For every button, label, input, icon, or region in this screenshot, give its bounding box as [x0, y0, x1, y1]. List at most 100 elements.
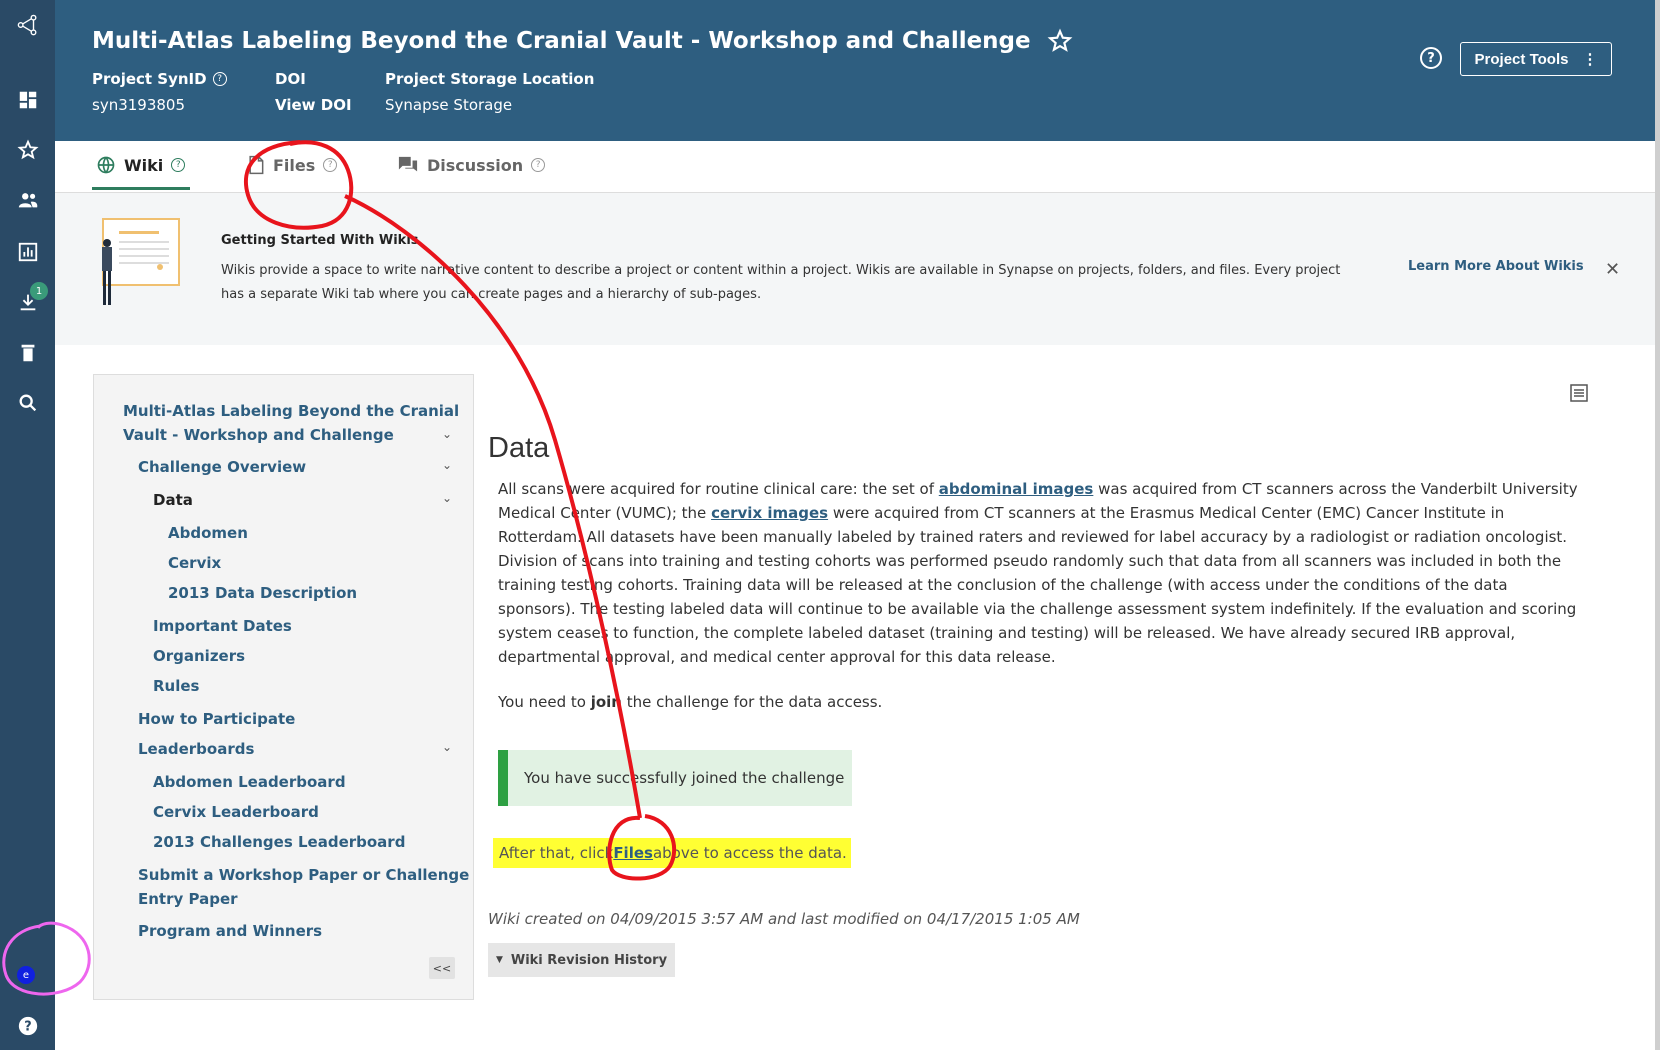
tab-discussion[interactable]: Discussion ?	[397, 155, 546, 175]
join-instruction: You need to join the challenge for the d…	[498, 693, 882, 711]
cervix-images-link[interactable]: cervix images	[711, 504, 828, 522]
files-instruction-highlight: After that, click Files above to access …	[493, 838, 851, 868]
tab-files[interactable]: Files ?	[247, 155, 338, 175]
chevron-down-icon[interactable]: ⌄	[442, 427, 454, 441]
banner-title: Getting Started With Wikis	[221, 233, 419, 248]
side-nav: 1 e ?	[0, 0, 55, 1050]
wiki-nav-important-dates[interactable]: Important Dates	[153, 614, 292, 638]
tab-files-label: Files	[273, 155, 316, 175]
challenges-chart-icon[interactable]	[0, 232, 55, 272]
synid-help-icon[interactable]: ?	[212, 72, 227, 86]
project-help-icon[interactable]: ?	[1420, 47, 1442, 69]
project-tools-label: Project Tools	[1474, 50, 1569, 68]
active-tab-indicator	[92, 187, 190, 190]
getting-started-banner: Getting Started With Wikis Wikis provide…	[55, 193, 1655, 345]
svg-text:?: ?	[24, 1020, 31, 1035]
chevron-down-icon[interactable]: ⌄	[442, 491, 454, 505]
wiki-nav-challenge-overview[interactable]: Challenge Overview	[138, 455, 306, 479]
join-word: join	[590, 693, 622, 711]
synid-label: Project SynID	[92, 70, 207, 88]
wiki-nav-root-line1: Multi-Atlas Labeling Beyond the Cranial	[123, 402, 460, 420]
collapse-nav-button[interactable]: <<	[429, 957, 455, 979]
synid-value: syn3193805	[92, 96, 186, 114]
wiki-nav-submit-paper[interactable]: Submit a Workshop Paper or Challenge Ent…	[138, 863, 469, 911]
wiki-nav-program-winners[interactable]: Program and Winners	[138, 919, 322, 943]
abdominal-images-link[interactable]: abdominal images	[939, 480, 1094, 498]
project-title-text: Multi-Atlas Labeling Beyond the Cranial …	[92, 28, 1031, 54]
storage-label: Project Storage Location	[385, 70, 595, 88]
caret-down-icon: ▼	[495, 955, 503, 965]
wiki-nav-submit-line2: Entry Paper	[138, 890, 238, 908]
wiki-created-modified: Wiki created on 04/09/2015 3:57 AM and l…	[488, 910, 1080, 928]
wiki-nav-organizers[interactable]: Organizers	[153, 644, 245, 668]
tab-discussion-label: Discussion	[427, 155, 524, 175]
wiki-nav-abdomen[interactable]: Abdomen	[168, 521, 248, 545]
files-inline-link[interactable]: Files	[613, 844, 653, 862]
synid-block: Project SynID? syn3193805	[92, 70, 227, 114]
after-post: above to access the data.	[652, 844, 847, 862]
wiki-help-icon[interactable]: ?	[171, 158, 186, 172]
wiki-nav-rules[interactable]: Rules	[153, 674, 199, 698]
wiki-revision-history-button[interactable]: ▼ Wiki Revision History	[488, 943, 675, 977]
data-description-paragraph: All scans were acquired for routine clin…	[498, 477, 1588, 669]
joined-success-alert: You have successfully joined the challen…	[498, 750, 852, 806]
view-doi-link[interactable]: View DOI	[275, 96, 352, 114]
download-count-badge: 1	[30, 282, 48, 300]
wiki-nav-data-description[interactable]: 2013 Data Description	[168, 581, 357, 605]
downloads-icon[interactable]: 1	[0, 282, 55, 322]
synapse-logo-icon[interactable]	[0, 5, 55, 45]
files-help-icon[interactable]: ?	[323, 158, 338, 172]
wiki-revision-history-label: Wiki Revision History	[510, 952, 668, 968]
kebab-menu-icon: ⋮	[1582, 51, 1598, 68]
search-icon[interactable]	[0, 383, 55, 423]
join-pre: You need to	[498, 693, 591, 711]
wiki-nav-submit-line1: Submit a Workshop Paper or Challenge	[138, 866, 470, 884]
para-text-1: All scans were acquired for routine clin…	[498, 480, 939, 498]
globe-icon	[97, 156, 115, 174]
wiki-nav-data[interactable]: Data	[153, 488, 193, 512]
page: 1 e ? Multi-Atlas Labeling Beyond the Cr…	[0, 0, 1660, 1050]
joined-success-text: You have successfully joined the challen…	[524, 769, 845, 787]
trash-icon[interactable]	[0, 333, 55, 373]
wiki-navigation: Multi-Atlas Labeling Beyond the Cranial …	[93, 374, 474, 1000]
wiki-nav-cervix[interactable]: Cervix	[168, 551, 221, 575]
project-header: Multi-Atlas Labeling Beyond the Cranial …	[55, 0, 1655, 141]
user-avatar[interactable]: e	[17, 966, 35, 984]
favorites-star-icon[interactable]	[0, 130, 55, 170]
discussion-help-icon[interactable]: ?	[531, 158, 546, 172]
project-tools-button[interactable]: Project Tools ⋮	[1460, 42, 1612, 76]
storage-block: Project Storage Location Synapse Storage	[385, 70, 594, 114]
project-tabs: Wiki ? Files ? Discussion ?	[55, 141, 1655, 193]
para-text-3: were acquired from CT scanners at the Er…	[498, 504, 1577, 666]
wiki-nav-2013-leaderboard[interactable]: 2013 Challenges Leaderboard	[153, 830, 405, 854]
doi-block: DOI View DOI	[275, 70, 352, 114]
chevron-down-icon[interactable]: ⌄	[442, 740, 454, 754]
favorite-star-icon[interactable]	[1047, 28, 1073, 54]
storage-value: Synapse Storage	[385, 96, 513, 114]
wiki-nav-abdomen-leaderboard[interactable]: Abdomen Leaderboard	[153, 770, 346, 794]
after-pre: After that, click	[499, 844, 614, 862]
wiki-nav-root-line2: Vault - Workshop and Challenge	[123, 426, 394, 444]
doi-label: DOI	[275, 70, 306, 88]
wiki-nav-cervix-leaderboard[interactable]: Cervix Leaderboard	[153, 800, 319, 824]
wiki-nav-how-to-participate[interactable]: How to Participate	[138, 707, 295, 731]
learn-more-wikis-link[interactable]: Learn More About Wikis	[1408, 259, 1584, 274]
discussion-icon	[398, 156, 418, 172]
close-icon[interactable]: ✕	[1605, 259, 1620, 280]
file-icon	[249, 155, 264, 175]
wiki-nav-root[interactable]: Multi-Atlas Labeling Beyond the Cranial …	[123, 399, 459, 447]
banner-text: Wikis provide a space to write narrative…	[221, 263, 1341, 302]
wiki-page-heading: Data	[488, 432, 550, 464]
page-scrollbar[interactable]	[1655, 0, 1660, 1050]
wiki-illustration-icon	[102, 218, 180, 305]
help-icon[interactable]: ?	[0, 1006, 55, 1046]
tab-wiki-label: Wiki	[124, 155, 164, 175]
tab-wiki[interactable]: Wiki ?	[96, 155, 186, 175]
join-post: the challenge for the data access.	[621, 693, 883, 711]
dashboard-icon[interactable]	[0, 80, 55, 120]
table-of-contents-icon[interactable]	[1570, 384, 1588, 402]
teams-icon[interactable]	[0, 180, 55, 220]
chevron-down-icon[interactable]: ⌄	[442, 458, 454, 472]
project-title: Multi-Atlas Labeling Beyond the Cranial …	[92, 28, 1073, 54]
wiki-nav-leaderboards[interactable]: Leaderboards	[138, 737, 254, 761]
